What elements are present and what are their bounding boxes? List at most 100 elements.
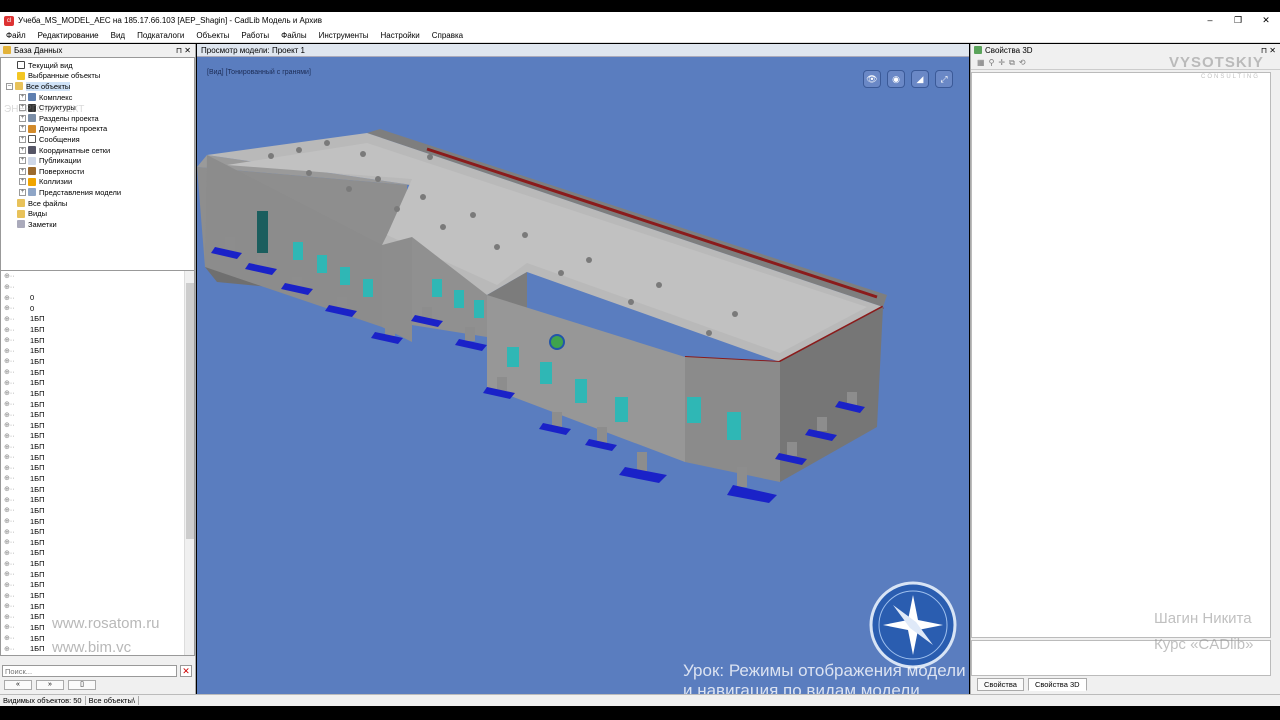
list-item[interactable]: ⊕·· 1БП	[1, 569, 194, 580]
list-item[interactable]: ⊕·· 1БП	[1, 463, 194, 474]
expand-icon[interactable]: ⊕··	[4, 528, 30, 536]
list-item[interactable]: ⊕·· 0	[1, 303, 194, 314]
menu-view[interactable]: Вид	[105, 31, 131, 40]
expand-icon[interactable]: ⊕··	[4, 538, 30, 546]
tool-icon[interactable]: ⚲	[989, 58, 995, 67]
expand-icon[interactable]: +	[19, 188, 26, 196]
collapse-icon[interactable]: –	[6, 82, 13, 90]
expand-icon[interactable]: ⊕··	[4, 357, 30, 365]
expand-icon[interactable]: +	[19, 114, 26, 122]
menu-tools[interactable]: Инструменты	[313, 31, 375, 40]
list-item[interactable]: ⊕·· 1БП	[1, 558, 194, 569]
expand-icon[interactable]: ⊕··	[4, 304, 30, 312]
expand-icon[interactable]: ⊕··	[4, 443, 30, 451]
list-item[interactable]: ⊕·· 1БП	[1, 431, 194, 442]
list-item[interactable]: ⊕·· 1БП	[1, 580, 194, 591]
list-item[interactable]: ⊕·· 1БП	[1, 452, 194, 463]
expand-icon[interactable]: ⊕··	[4, 400, 30, 408]
list-item[interactable]: ⊕·· 1БП	[1, 601, 194, 612]
tool-icon[interactable]: ⧉	[1009, 58, 1015, 68]
panel-pin-icon[interactable]: ⊓ ✕	[176, 46, 191, 55]
tree-item-messages[interactable]: + Сообщения	[1, 134, 194, 145]
nav-first-button[interactable]: «	[4, 680, 32, 690]
tool-icon[interactable]: ✛	[998, 58, 1005, 67]
tree-item-all-objects[interactable]: – Все объекты	[1, 81, 194, 92]
scrollbar-thumb[interactable]	[186, 283, 194, 539]
list-item[interactable]: ⊕·· 1БП	[1, 516, 194, 527]
expand-icon[interactable]: ⊕··	[4, 411, 30, 419]
list-item[interactable]: ⊕·· 1БП	[1, 441, 194, 452]
expand-icon[interactable]: ⊕··	[4, 485, 30, 493]
expand-icon[interactable]: +	[19, 157, 26, 165]
list-item[interactable]: ⊕·· 1БП	[1, 314, 194, 325]
tool-icon[interactable]: ▦	[977, 58, 985, 67]
tree-item-documents[interactable]: + Документы проекта	[1, 124, 194, 135]
menu-subcatalogs[interactable]: Подкаталоги	[131, 31, 190, 40]
expand-icon[interactable]: +	[19, 93, 26, 101]
expand-icon[interactable]: ⊕··	[4, 464, 30, 472]
clear-search-icon[interactable]: ✕	[180, 665, 192, 677]
tool-icon[interactable]: ⟲	[1019, 58, 1026, 67]
expand-icon[interactable]: ⊕··	[4, 645, 30, 653]
list-item[interactable]: ⊕··	[1, 271, 194, 282]
3d-viewport[interactable]: [Вид] [Тонированный с гранями] 👁 ◉ ◢ ⤢ У…	[197, 57, 969, 694]
expand-icon[interactable]: +	[19, 167, 26, 175]
expand-icon[interactable]: ⊕··	[4, 336, 30, 344]
list-item[interactable]: ⊕·· 1БП	[1, 494, 194, 505]
expand-icon[interactable]: ⊕··	[4, 592, 30, 600]
tab-properties[interactable]: Свойства	[977, 678, 1024, 691]
tree-item-selected-objects[interactable]: Выбранные объекты	[1, 71, 194, 82]
expand-icon[interactable]: ⊕··	[4, 432, 30, 440]
tree-item-views[interactable]: Виды	[1, 208, 194, 219]
expand-icon[interactable]: ⊕··	[4, 549, 30, 557]
expand-icon[interactable]: ⊕··	[4, 347, 30, 355]
menu-files[interactable]: Файлы	[275, 31, 312, 40]
close-button[interactable]: ✕	[1252, 12, 1280, 29]
list-item[interactable]: ⊕·· 1БП	[1, 548, 194, 559]
expand-icon[interactable]: ⊕··	[4, 560, 30, 568]
expand-icon[interactable]: ⊕··	[4, 602, 30, 610]
maximize-button[interactable]: ❐	[1224, 12, 1252, 29]
list-item[interactable]: ⊕·· 1БП	[1, 377, 194, 388]
expand-icon[interactable]: ⊕··	[4, 634, 30, 642]
list-item[interactable]: ⊕·· 1БП	[1, 505, 194, 516]
expand-icon[interactable]: ⊕··	[4, 272, 30, 280]
nav-last-button[interactable]: »	[36, 680, 64, 690]
expand-icon[interactable]: ⊕··	[4, 581, 30, 589]
expand-icon[interactable]: ⊕··	[4, 315, 30, 323]
tree-item-publications[interactable]: + Публикации	[1, 155, 194, 166]
tab-properties-3d[interactable]: Свойства 3D	[1027, 678, 1087, 691]
expand-icon[interactable]: ⊕··	[4, 326, 30, 334]
tree-item-all-files[interactable]: Все файлы	[1, 198, 194, 209]
tree-item-collisions[interactable]: + Коллизии	[1, 177, 194, 188]
expand-icon[interactable]: ⊕··	[4, 453, 30, 461]
tree-item-surfaces[interactable]: + Поверхности	[1, 166, 194, 177]
list-item[interactable]: ⊕·· 1БП	[1, 367, 194, 378]
expand-icon[interactable]: +	[19, 146, 26, 154]
list-item[interactable]: ⊕·· 1БП	[1, 537, 194, 548]
expand-icon[interactable]: ⊕··	[4, 570, 30, 578]
nav-extra-button[interactable]: ▯	[68, 680, 96, 690]
expand-icon[interactable]: ⊕··	[4, 506, 30, 514]
list-item[interactable]: ⊕·· 1БП	[1, 409, 194, 420]
menu-file[interactable]: Файл	[0, 31, 32, 40]
expand-icon[interactable]: ⊕··	[4, 474, 30, 482]
tree-item-complex[interactable]: + Комплекс	[1, 92, 194, 103]
expand-icon[interactable]: ⊕··	[4, 379, 30, 387]
expand-icon[interactable]: ⊕··	[4, 421, 30, 429]
tree-item-grids[interactable]: + Координатные сетки	[1, 145, 194, 156]
tree-item-current-view[interactable]: Текущий вид	[1, 60, 194, 71]
expand-icon[interactable]: ⊕··	[4, 517, 30, 525]
search-input[interactable]	[2, 665, 177, 677]
minimize-button[interactable]: –	[1196, 12, 1224, 29]
list-item[interactable]: ⊕·· 1БП	[1, 356, 194, 367]
expand-icon[interactable]: +	[19, 178, 26, 186]
expand-icon[interactable]: ⊕··	[4, 368, 30, 376]
list-item[interactable]: ⊕·· 1БП	[1, 473, 194, 484]
list-item[interactable]: ⊕·· 1БП	[1, 345, 194, 356]
list-item[interactable]: ⊕·· 1БП	[1, 590, 194, 601]
list-item[interactable]: ⊕·· 1БП	[1, 526, 194, 537]
expand-icon[interactable]: +	[19, 135, 26, 143]
menu-help[interactable]: Справка	[426, 31, 469, 40]
list-item[interactable]: ⊕·· 1БП	[1, 399, 194, 410]
